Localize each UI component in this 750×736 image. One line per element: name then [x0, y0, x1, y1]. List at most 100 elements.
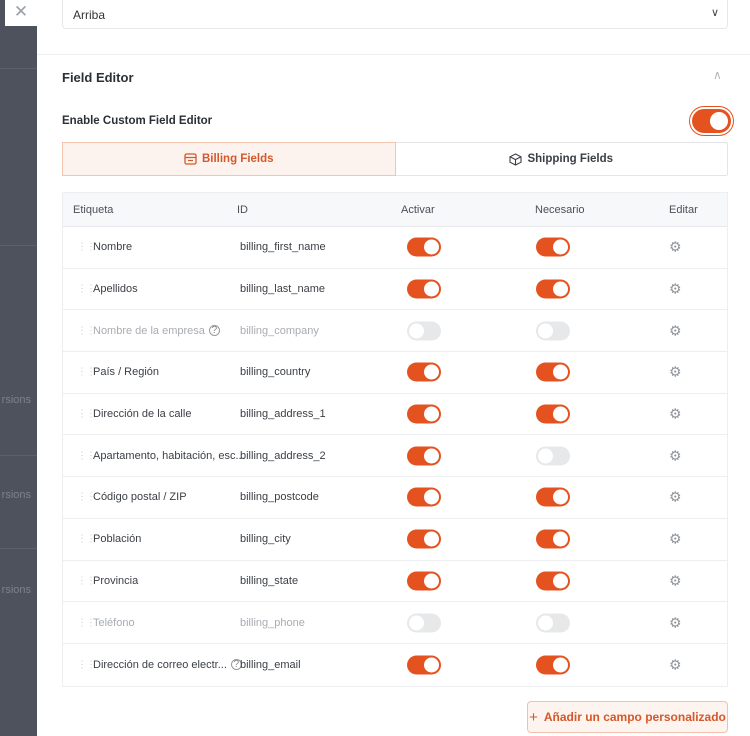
- field-label-text: Teléfono: [93, 616, 135, 629]
- add-custom-field-label: Añadir un campo personalizado: [543, 710, 726, 724]
- section-title: Field Editor: [62, 70, 134, 85]
- box-icon: [509, 152, 522, 166]
- active-toggle[interactable]: [407, 404, 441, 424]
- field-label: Nombre de la empresa?: [93, 325, 220, 337]
- required-toggle[interactable]: [536, 321, 570, 341]
- help-icon[interactable]: ?: [208, 325, 220, 337]
- gear-icon[interactable]: ⚙: [669, 447, 682, 464]
- gear-icon[interactable]: ⚙: [669, 239, 682, 256]
- tab-billing-fields[interactable]: Billing Fields: [62, 142, 396, 176]
- table-row: ⋮⋮ Población billing_city ⚙: [63, 519, 727, 561]
- required-toggle[interactable]: [536, 362, 570, 382]
- active-toggle[interactable]: [407, 321, 441, 341]
- field-label: Dirección de correo electr...?: [93, 659, 242, 671]
- modal-backdrop[interactable]: rsions rsions rsions: [0, 0, 37, 736]
- required-toggle[interactable]: [536, 446, 570, 466]
- active-toggle[interactable]: [407, 237, 441, 257]
- field-label-text: Nombre: [93, 241, 133, 254]
- field-tabs: Billing Fields Shipping Fields: [62, 142, 728, 176]
- field-id: billing_phone: [240, 616, 305, 629]
- active-toggle[interactable]: [407, 655, 441, 675]
- field-label-text: País / Región: [93, 366, 160, 379]
- field-label-text: Población: [93, 533, 142, 546]
- gear-icon[interactable]: ⚙: [669, 572, 682, 589]
- required-toggle[interactable]: [536, 655, 570, 675]
- field-label: Código postal / ZIP: [93, 491, 187, 503]
- backdrop-divider: [0, 455, 37, 456]
- required-toggle[interactable]: [536, 279, 570, 299]
- required-toggle[interactable]: [536, 487, 570, 507]
- field-id: billing_state: [240, 574, 299, 587]
- field-label: Población: [93, 533, 141, 545]
- column-header-active: Activar: [401, 203, 435, 216]
- gear-icon[interactable]: ⚙: [669, 614, 682, 631]
- tab-label: Billing Fields: [201, 153, 274, 165]
- backdrop-text: rsions: [1, 394, 31, 406]
- gear-icon[interactable]: ⚙: [669, 656, 682, 673]
- field-id: billing_city: [240, 533, 291, 546]
- backdrop-text: rsions: [1, 489, 31, 501]
- active-toggle[interactable]: [407, 362, 441, 382]
- active-toggle[interactable]: [407, 613, 441, 633]
- gear-icon[interactable]: ⚙: [669, 322, 682, 339]
- position-select-value: Arriba: [73, 8, 106, 22]
- field-label: Apartamento, habitación, esc...: [93, 450, 245, 462]
- add-custom-field-button[interactable]: + Añadir un campo personalizado: [527, 701, 728, 733]
- required-toggle[interactable]: [536, 529, 570, 549]
- field-id: billing_company: [240, 324, 319, 337]
- field-label-text: Provincia: [93, 574, 139, 587]
- field-label: País / Región: [93, 366, 159, 378]
- table-row: ⋮⋮ Teléfono billing_phone ⚙: [63, 602, 727, 644]
- column-header-required: Necesario: [535, 203, 585, 216]
- field-id: billing_email: [240, 658, 301, 671]
- gear-icon[interactable]: ⚙: [669, 531, 682, 548]
- billing-card-icon: [184, 153, 197, 165]
- table-row: ⋮⋮ Código postal / ZIP billing_postcode …: [63, 477, 727, 519]
- field-label-text: Apellidos: [93, 283, 138, 296]
- field-id: billing_country: [240, 366, 311, 379]
- required-toggle[interactable]: [536, 237, 570, 257]
- field-label: Teléfono: [93, 617, 135, 629]
- chevron-up-icon[interactable]: ∧: [713, 68, 722, 82]
- close-button[interactable]: ✕: [5, 0, 37, 26]
- field-id: billing_address_2: [240, 449, 326, 462]
- fields-table: Etiqueta ID Activar Necesario Editar ⋮⋮ …: [62, 192, 728, 687]
- active-toggle[interactable]: [407, 529, 441, 549]
- column-header-edit: Editar: [669, 203, 698, 216]
- close-icon: ✕: [13, 2, 29, 21]
- enable-editor-label: Enable Custom Field Editor: [62, 115, 213, 127]
- required-toggle[interactable]: [536, 404, 570, 424]
- required-toggle[interactable]: [536, 613, 570, 633]
- field-label-text: Código postal / ZIP: [93, 491, 187, 504]
- tab-shipping-fields[interactable]: Shipping Fields: [396, 143, 728, 175]
- table-row: ⋮⋮ Dirección de la calle billing_address…: [63, 394, 727, 436]
- table-row: ⋮⋮ Nombre billing_first_name ⚙: [63, 227, 727, 269]
- gear-icon[interactable]: ⚙: [669, 364, 682, 381]
- active-toggle[interactable]: [407, 487, 441, 507]
- gear-icon[interactable]: ⚙: [669, 489, 682, 506]
- table-row: ⋮⋮ Apellidos billing_last_name ⚙: [63, 269, 727, 311]
- field-label-text: Dirección de la calle: [93, 408, 192, 421]
- field-label: Provincia: [93, 575, 138, 587]
- gear-icon[interactable]: ⚙: [669, 281, 682, 298]
- position-select[interactable]: Arriba ∨: [62, 0, 728, 29]
- active-toggle[interactable]: [407, 446, 441, 466]
- field-label: Dirección de la calle: [93, 408, 191, 420]
- field-id: billing_last_name: [240, 283, 325, 296]
- tab-label: Shipping Fields: [527, 153, 614, 165]
- chevron-down-icon: ∨: [710, 7, 719, 19]
- table-header: Etiqueta ID Activar Necesario Editar: [63, 193, 727, 227]
- table-row: ⋮⋮ Dirección de correo electr...? billin…: [63, 644, 727, 686]
- enable-editor-toggle[interactable]: [692, 109, 731, 133]
- backdrop-divider: [0, 548, 37, 549]
- active-toggle[interactable]: [407, 279, 441, 299]
- gear-icon[interactable]: ⚙: [669, 406, 682, 423]
- column-header-id: ID: [237, 203, 248, 216]
- column-header-label: Etiqueta: [73, 203, 114, 216]
- field-id: billing_postcode: [240, 491, 319, 504]
- backdrop-divider: [0, 68, 37, 69]
- active-toggle[interactable]: [407, 571, 441, 591]
- required-toggle[interactable]: [536, 571, 570, 591]
- backdrop-divider: [0, 245, 37, 246]
- field-id: billing_first_name: [240, 241, 326, 254]
